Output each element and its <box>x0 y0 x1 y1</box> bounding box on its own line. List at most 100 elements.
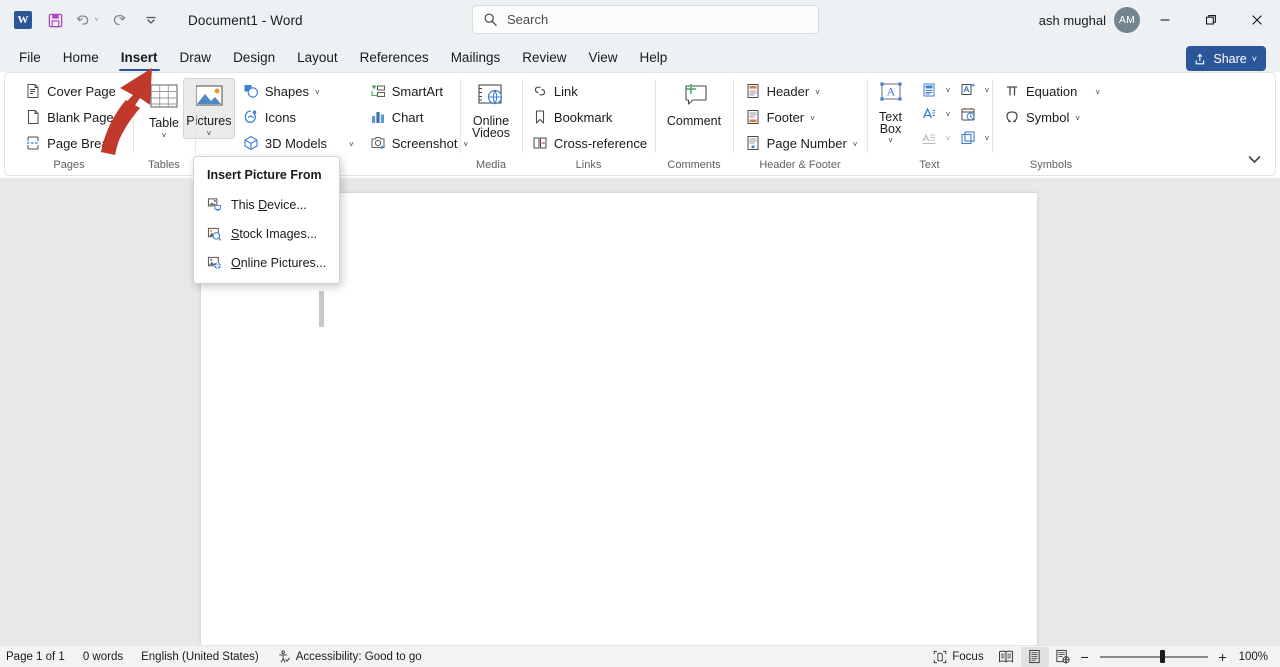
footer-chevron-down-icon: ˅ <box>810 114 815 123</box>
status-word-count[interactable]: 0 words <box>74 646 132 667</box>
smartart-icon <box>370 83 386 99</box>
zoom-level[interactable]: 100% <box>1231 651 1274 663</box>
tab-view[interactable]: View <box>577 42 628 72</box>
date-time-icon <box>960 106 976 122</box>
header-chevron-down-icon: ˅ <box>815 88 820 97</box>
drop-cap-chevron-down-icon[interactable]: ˅ <box>942 102 955 126</box>
status-accessibility[interactable]: Accessibility: Good to go <box>268 646 431 667</box>
group-label-header-footer: Header & Footer <box>759 159 841 171</box>
screenshot-button[interactable]: Screenshot ˅ <box>366 130 474 156</box>
equation-button[interactable]: Equation ˅ <box>1000 78 1106 104</box>
minimize-button[interactable] <box>1142 0 1188 40</box>
focus-button[interactable]: Focus <box>924 646 992 667</box>
shapes-chevron-down-icon: ˅ <box>314 88 320 97</box>
link-button[interactable]: Link <box>528 78 584 104</box>
web-layout-view-button[interactable] <box>1049 647 1077 667</box>
text-box-icon: A <box>875 82 907 108</box>
tab-design[interactable]: Design <box>222 42 286 72</box>
cover-page-button[interactable]: Cover Page <box>21 78 122 104</box>
undo-button[interactable]: ˅ <box>72 6 102 34</box>
3d-models-button[interactable]: 3D Models ˅ <box>239 130 360 156</box>
shapes-button[interactable]: Shapes ˅ <box>239 78 360 104</box>
drop-cap-button[interactable] <box>916 102 942 126</box>
tab-home[interactable]: Home <box>52 42 110 72</box>
cross-reference-icon <box>532 135 548 151</box>
print-layout-view-button[interactable] <box>1020 646 1049 667</box>
collapse-ribbon-button[interactable] <box>1243 149 1265 169</box>
comment-icon <box>677 82 711 112</box>
menu-item-online-pictures[interactable]: Online Pictures... <box>194 248 339 277</box>
zoom-in-button[interactable]: + <box>1215 649 1231 665</box>
avatar[interactable]: AM <box>1114 7 1140 33</box>
tab-file[interactable]: File <box>8 42 52 72</box>
search-input[interactable] <box>507 12 808 27</box>
group-label-symbols: Symbols <box>1029 159 1073 171</box>
3d-model-icon <box>243 135 259 151</box>
online-videos-button[interactable]: Online Videos <box>465 78 517 140</box>
equation-icon <box>1004 83 1020 99</box>
pictures-button[interactable]: Pictures ˅ <box>182 78 235 139</box>
comment-button[interactable]: Comment <box>661 78 727 129</box>
ribbon-tab-strip: File Home Insert Draw Design Layout Refe… <box>0 40 1280 72</box>
search-box[interactable] <box>472 5 819 34</box>
drop-cap-icon <box>921 106 937 122</box>
icons-button[interactable]: Icons <box>239 104 360 130</box>
status-bar-right: Focus − + 100% <box>924 646 1274 667</box>
read-mode-view-button[interactable] <box>993 647 1021 667</box>
ribbon-group-links: Link Bookmark Cross-reference Links <box>522 73 655 175</box>
signature-line-chevron-down-icon[interactable]: ˅ <box>942 126 955 150</box>
text-box-button[interactable]: A Text Box ˅ <box>868 78 914 146</box>
pictures-chevron-down-icon: ˅ <box>206 129 212 138</box>
share-button[interactable]: Share ˅ <box>1186 46 1266 71</box>
wordart-button[interactable] <box>955 78 981 102</box>
pictures-icon <box>192 82 226 112</box>
group-label-links: Links <box>575 159 602 171</box>
page-break-icon <box>25 135 41 151</box>
status-page[interactable]: Page 1 of 1 <box>0 646 74 667</box>
tab-layout[interactable]: Layout <box>286 42 349 72</box>
page-break-button[interactable]: Page Break <box>21 130 121 156</box>
account-area[interactable]: ash mughal AM <box>1039 0 1140 40</box>
tab-draw[interactable]: Draw <box>169 42 223 72</box>
object-icon <box>960 130 976 146</box>
screenshot-icon <box>370 135 386 151</box>
customize-quick-access-toolbar-button[interactable] <box>136 6 166 34</box>
smartart-button[interactable]: SmartArt <box>366 78 474 104</box>
symbol-icon <box>1004 109 1020 125</box>
menu-item-this-device[interactable]: This Device... <box>194 190 339 219</box>
zoom-out-button[interactable]: − <box>1077 649 1093 665</box>
object-button[interactable] <box>955 126 981 150</box>
cross-reference-button[interactable]: Cross-reference <box>528 130 653 156</box>
status-accessibility-label: Accessibility: Good to go <box>295 650 422 663</box>
online-videos-label: Online Videos <box>472 114 510 140</box>
smartart-label: SmartArt <box>391 83 443 99</box>
header-icon <box>745 83 761 99</box>
zoom-slider[interactable] <box>1099 647 1208 667</box>
footer-button[interactable]: Footer ˅ <box>741 104 821 130</box>
header-button[interactable]: Header ˅ <box>741 78 826 104</box>
document-area[interactable] <box>0 178 1280 667</box>
page-number-button[interactable]: Page Number ˅ <box>741 130 864 156</box>
save-button[interactable] <box>40 6 70 34</box>
online-video-icon <box>474 82 508 112</box>
zoom-thumb[interactable] <box>1159 650 1165 663</box>
menu-item-stock-images[interactable]: Stock Images... <box>194 219 339 248</box>
tab-review[interactable]: Review <box>511 42 577 72</box>
tab-references[interactable]: References <box>349 42 440 72</box>
blank-page-button[interactable]: Blank Page <box>21 104 120 130</box>
status-language[interactable]: English (United States) <box>132 646 268 667</box>
close-button[interactable] <box>1234 0 1280 40</box>
symbol-button[interactable]: Symbol ˅ <box>1000 104 1086 130</box>
chevron-down-icon <box>1248 155 1260 163</box>
date-time-button[interactable] <box>955 102 981 126</box>
tab-insert[interactable]: Insert <box>110 42 169 72</box>
chart-button[interactable]: Chart <box>366 104 474 130</box>
signature-line-button[interactable] <box>916 126 942 150</box>
bookmark-button[interactable]: Bookmark <box>528 104 619 130</box>
restore-button[interactable] <box>1188 0 1234 40</box>
quick-parts-chevron-down-icon[interactable]: ˅ <box>942 78 955 102</box>
redo-button[interactable] <box>104 6 134 34</box>
tab-help[interactable]: Help <box>629 42 679 72</box>
tab-mailings[interactable]: Mailings <box>440 42 512 72</box>
quick-parts-button[interactable] <box>916 78 942 102</box>
